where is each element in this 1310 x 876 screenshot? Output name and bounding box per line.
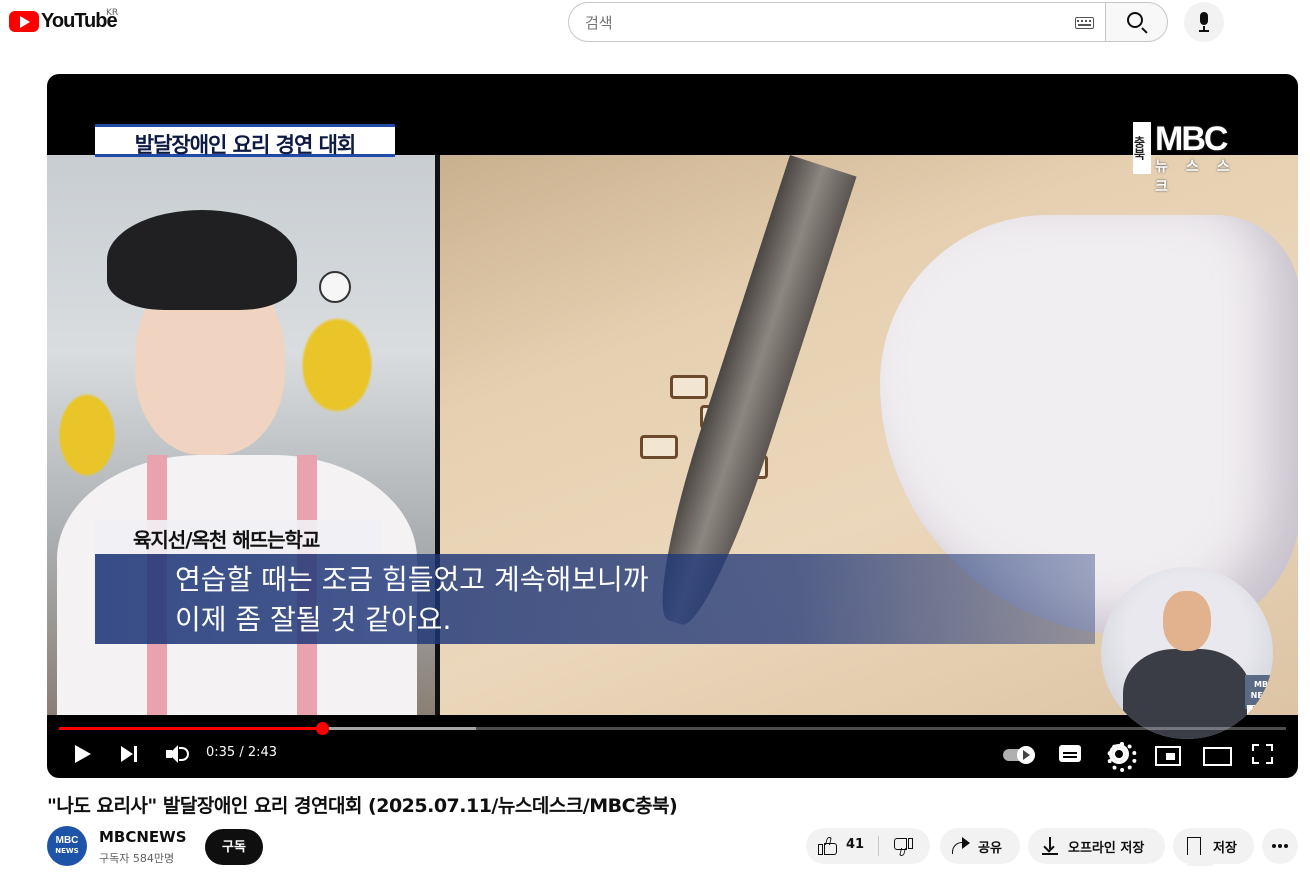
next-icon[interactable] — [118, 740, 140, 768]
progress-played — [59, 727, 323, 730]
miniplayer-icon[interactable] — [1155, 740, 1181, 768]
overlay-title: 발달장애인 요리 경연 대회 — [134, 133, 356, 157]
search-box — [568, 2, 1105, 42]
subscribe-button[interactable]: 구독 — [205, 829, 263, 865]
autoplay-toggle-icon[interactable] — [1003, 740, 1037, 768]
share-icon — [950, 836, 972, 856]
save-label: 저장 — [1213, 841, 1237, 856]
subtitle-line-2: 이제 좀 잘될 것 같아요. — [175, 603, 452, 636]
like-button[interactable]: 41 — [806, 828, 878, 864]
search-input[interactable] — [585, 12, 1045, 34]
microphone-icon — [1200, 12, 1208, 25]
broadcaster-logo: 충북 MBC 뉴스스크 — [1132, 120, 1251, 195]
overlay-title-box: 발달장애인 요리 경연 대회 — [95, 124, 395, 157]
play-icon[interactable] — [73, 740, 93, 768]
save-button[interactable]: 저장 — [1173, 828, 1254, 866]
video-player[interactable]: 발달장애인 요리 경연 대회 충북 MBC 뉴스스크 육지선/옥천 해뜨는학교 … — [47, 74, 1298, 778]
masthead: YouTube KR — [0, 0, 1310, 46]
bookmark-icon — [1186, 837, 1214, 866]
subscriber-count: 구독자 584만명 — [99, 852, 175, 865]
channel-avatar[interactable]: MBC NEWS — [47, 826, 87, 866]
search-icon — [1127, 12, 1143, 28]
more-dots-icon — [1272, 844, 1276, 848]
broadcaster-name: MBC — [1155, 120, 1228, 158]
broadcaster-region: 충북 — [1132, 122, 1151, 174]
youtube-logo[interactable]: YouTube — [9, 10, 118, 33]
thumbs-up-icon — [818, 837, 838, 856]
download-button[interactable]: 오프라인 저장 — [1028, 828, 1165, 864]
wall-clock — [319, 271, 351, 303]
country-code: KR — [106, 8, 119, 18]
keyboard-icon[interactable] — [1075, 17, 1094, 29]
dislike-button[interactable] — [879, 828, 930, 864]
theater-mode-icon[interactable] — [1203, 740, 1232, 768]
search-button[interactable] — [1105, 2, 1168, 42]
name-caption-box: 육지선/옥천 해뜨는학교 — [95, 520, 381, 554]
youtube-play-icon — [9, 11, 39, 32]
interpreter-tag: 구독 — [1247, 705, 1271, 717]
share-button[interactable]: 공유 — [940, 828, 1020, 864]
like-dislike-group: 41 — [806, 828, 930, 864]
thumbs-down-icon — [893, 837, 913, 856]
like-count: 41 — [846, 837, 865, 852]
subtitles-icon[interactable] — [1059, 740, 1083, 768]
download-label: 오프라인 저장 — [1068, 841, 1145, 856]
channel-name[interactable]: MBCNEWS — [99, 828, 187, 846]
settings-gear-icon[interactable] — [1107, 740, 1137, 772]
fullscreen-icon[interactable] — [1252, 740, 1276, 768]
broadcaster-sub: 뉴스스크 — [1155, 159, 1248, 195]
more-actions-button[interactable] — [1262, 828, 1298, 864]
progress-bar[interactable] — [59, 722, 1286, 735]
video-title: "나도 요리사" 발달장애인 요리 경연대회 (2025.07.11/뉴스데스크… — [47, 795, 678, 817]
voice-search-button[interactable] — [1184, 2, 1224, 42]
volume-icon[interactable] — [164, 740, 190, 768]
name-caption: 육지선/옥천 해뜨는학교 — [133, 528, 320, 552]
sign-language-interpreter: MBC NEWS 구독 — [1101, 567, 1273, 739]
subtitle-line-1: 연습할 때는 조금 힘들었고 계속해보니까 — [175, 563, 649, 596]
interpreter-badge: MBC NEWS — [1245, 675, 1273, 709]
time-display: 0:35 / 2:43 — [206, 745, 278, 760]
subtitle-box: 연습할 때는 조금 힘들었고 계속해보니까 이제 좀 잘될 것 같아요. — [95, 554, 1095, 644]
share-label: 공유 — [978, 841, 1002, 856]
